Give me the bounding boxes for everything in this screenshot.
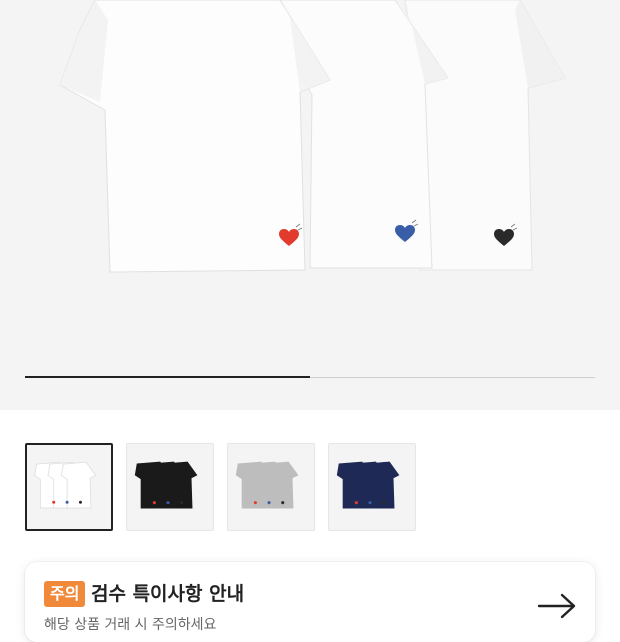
arrow-right-icon[interactable] [537, 592, 577, 620]
thumbnail-white[interactable] [25, 443, 113, 531]
thumbnail-gray[interactable] [227, 443, 315, 531]
gallery-progress-fill [25, 376, 310, 378]
caution-badge: 주의 [44, 581, 86, 607]
thumbnail-image [34, 461, 97, 509]
product-image[interactable] [0, 0, 620, 410]
tshirts-image [59, 0, 566, 273]
thumbnail-image [235, 461, 299, 509]
thumbnail-black[interactable] [126, 443, 214, 531]
thumbnail-image [336, 461, 400, 509]
gallery-progress-bar [25, 376, 595, 378]
thumbnail-navy[interactable] [328, 443, 416, 531]
inspection-notice-card[interactable]: 주의 검수 특이사항 안내 해당 상품 거래 시 주의하세요 [25, 562, 595, 642]
thumbnail-image [134, 461, 198, 509]
notice-title: 검수 특이사항 안내 [91, 583, 245, 605]
notice-subtitle: 해당 상품 거래 시 주의하세요 [44, 617, 217, 633]
